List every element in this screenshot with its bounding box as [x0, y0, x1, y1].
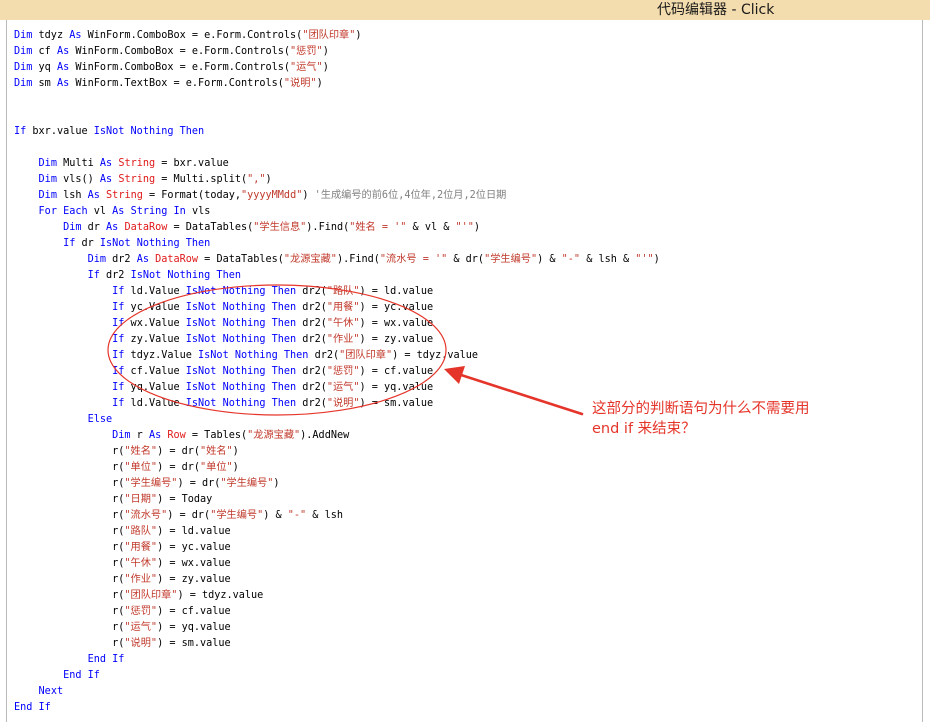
- annotation-arrow-line: [456, 372, 584, 416]
- annotation-overlay: [107, 284, 584, 416]
- annotation-line-1: 这部分的判断语句为什么不需要用: [592, 401, 810, 417]
- annotation-arrow-head: [444, 366, 465, 384]
- highlight-ellipse: [107, 284, 447, 416]
- annotation-line-2: end if 来结束？: [592, 421, 696, 437]
- annotation-text: 这部分的判断语句为什么不需要用 end if 来结束？: [592, 399, 810, 439]
